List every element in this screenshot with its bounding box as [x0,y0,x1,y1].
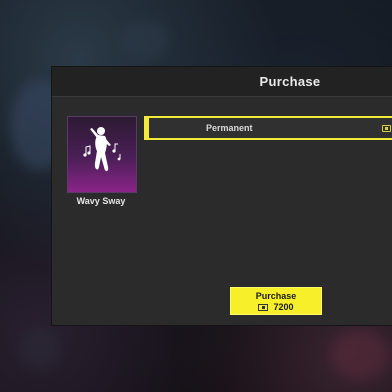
item-card[interactable] [67,116,137,193]
dialog-title: Purchase [259,74,321,89]
background-blur [330,330,390,380]
dancing-figure-icon [83,127,121,172]
purchase-dialog: Purchase Wavy Sway Permanent Purchase 72… [52,67,392,325]
item-name: Wavy Sway [76,196,126,206]
purchase-button[interactable]: Purchase 7200 [230,287,322,315]
option-permanent[interactable]: Permanent [144,116,392,140]
purchase-button-label: Purchase [255,291,297,301]
dialog-header: Purchase [52,67,392,97]
background-blur [120,20,170,60]
option-label: Permanent [206,123,253,133]
coin-icon [258,304,269,311]
selected-marker [146,118,149,138]
price-value: 7200 [273,302,294,312]
game-screen: Purchase Wavy Sway Permanent Purchase 72… [0,0,392,392]
background-blur [20,330,60,370]
price-row: 7200 [231,302,321,312]
coin-icon [382,125,391,132]
